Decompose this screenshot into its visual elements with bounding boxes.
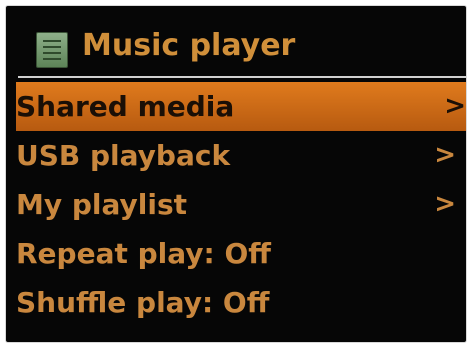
menu-item-label: My playlist (16, 188, 188, 221)
chevron-right-icon: > (444, 91, 466, 121)
menu-item-shared-media[interactable]: Shared media > (16, 82, 466, 131)
music-player-menu: Shared media > USB playback > My playlis… (6, 82, 466, 327)
chevron-right-icon: > (434, 189, 456, 219)
menu-item-label: USB playback (16, 139, 231, 172)
menu-item-repeat-play[interactable]: Repeat play: Off (6, 229, 466, 278)
menu-item-label: Repeat play: Off (16, 237, 271, 270)
music-list-icon (36, 32, 68, 68)
page-title: Music player (82, 28, 296, 63)
radio-display-screen: Music player Shared media > USB playback… (6, 6, 466, 342)
menu-item-shuffle-play[interactable]: Shuffle play: Off (6, 278, 466, 327)
device-bezel: Music player Shared media > USB playback… (0, 0, 472, 350)
screen-header: Music player (6, 6, 466, 76)
header-divider (18, 76, 466, 78)
menu-item-usb-playback[interactable]: USB playback > (6, 131, 466, 180)
menu-item-my-playlist[interactable]: My playlist > (6, 180, 466, 229)
menu-item-label: Shuffle play: Off (16, 286, 270, 319)
chevron-right-icon: > (434, 140, 456, 170)
menu-item-label: Shared media (16, 90, 235, 123)
